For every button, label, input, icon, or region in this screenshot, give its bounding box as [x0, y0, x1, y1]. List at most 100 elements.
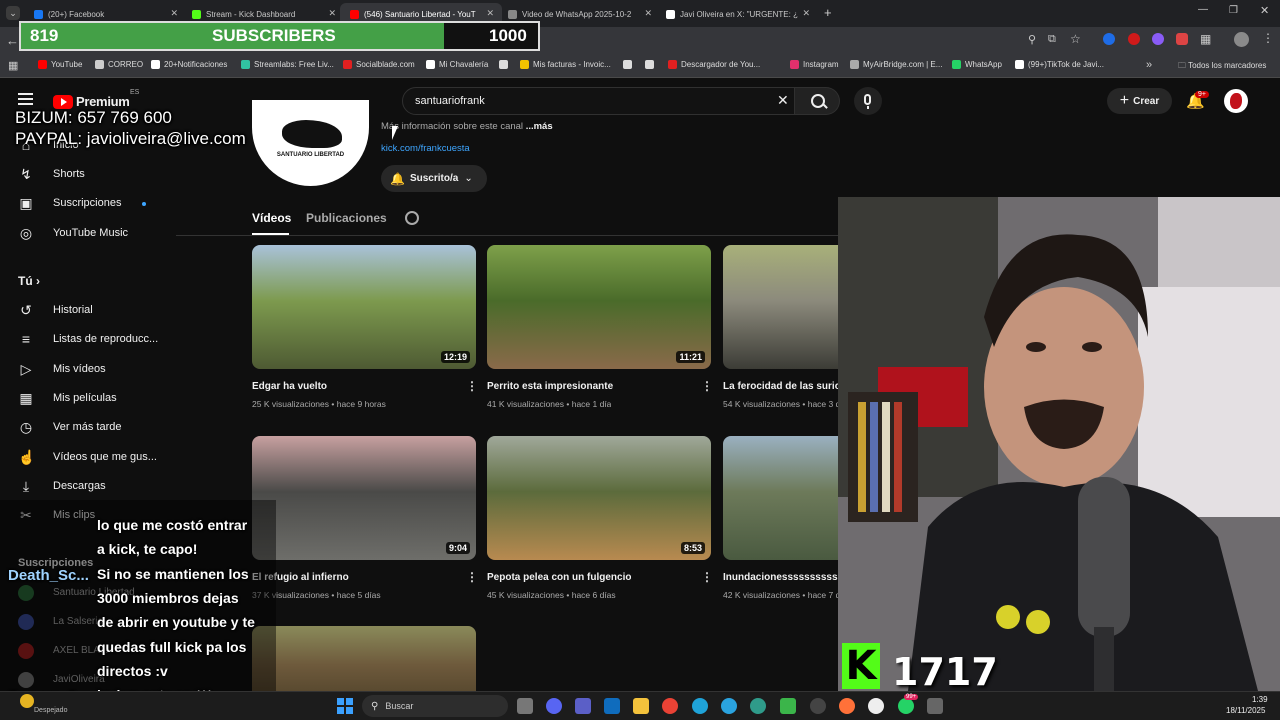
- bookmark-item[interactable]: Streamlabs: Free Liv...: [241, 60, 334, 69]
- bookmark-item[interactable]: (99+)TikTok de Javi...: [1015, 60, 1104, 69]
- video-title[interactable]: Inundacionessssssssssss: [723, 572, 838, 583]
- bookmark-item[interactable]: MyAirBridge.com | E...: [850, 60, 942, 69]
- browser-tab[interactable]: Javi Oliveira en X: "URGENTE: ¿ ✕: [656, 3, 818, 25]
- channel-search-icon[interactable]: [405, 211, 419, 225]
- close-tab-icon[interactable]: ✕: [486, 8, 494, 19]
- sidebar-item[interactable]: ◎ YouTube Music: [0, 220, 165, 246]
- tab-videos[interactable]: Vídeos: [252, 211, 291, 225]
- video-title[interactable]: Edgar ha vuelto: [252, 381, 327, 392]
- weather-widget[interactable]: [20, 694, 34, 708]
- globe-app-icon[interactable]: [750, 698, 766, 714]
- maximize-icon[interactable]: ❐: [1229, 5, 1238, 16]
- video-thumbnail[interactable]: 8:53: [487, 436, 711, 560]
- create-button[interactable]: + Crear: [1107, 88, 1172, 114]
- all-bookmarks-folder[interactable]: 🗀 Todos los marcadores: [1178, 60, 1266, 74]
- telegram-icon[interactable]: [721, 698, 737, 714]
- bookmark-item[interactable]: Instagram: [790, 60, 839, 69]
- video-title[interactable]: Perrito esta impresionante: [487, 381, 613, 392]
- user-avatar[interactable]: [1224, 89, 1248, 113]
- bookmark-item[interactable]: [645, 60, 658, 69]
- close-tab-icon[interactable]: ✕: [170, 8, 178, 19]
- sidebar-item[interactable]: ☝ Vídeos que me gus...: [0, 444, 165, 470]
- extensions-puzzle-icon[interactable]: ▦: [1200, 32, 1211, 46]
- you-section-heading[interactable]: Tú ›: [18, 274, 40, 288]
- firefox-icon[interactable]: [839, 698, 855, 714]
- sidebar-item[interactable]: ↯ Shorts: [0, 161, 165, 187]
- clear-search-icon[interactable]: ✕: [777, 92, 789, 109]
- video-title[interactable]: Pepota pelea con un fulgencio: [487, 572, 631, 583]
- clock-date[interactable]: 18/11/2025: [1226, 706, 1265, 715]
- edge-icon[interactable]: [692, 698, 708, 714]
- close-tab-icon[interactable]: ✕: [328, 8, 336, 19]
- bookmark-item[interactable]: YouTube: [38, 60, 82, 69]
- bookmark-star-icon[interactable]: ☆: [1070, 32, 1081, 46]
- tab-posts[interactable]: Publicaciones: [306, 211, 387, 225]
- video-thumbnail[interactable]: 12:19: [252, 245, 476, 369]
- clock-time[interactable]: 1:39: [1252, 695, 1268, 704]
- chrome-icon[interactable]: [662, 698, 678, 714]
- sidebar-item[interactable]: ▦ Mis películas: [0, 385, 165, 411]
- sidebar-item[interactable]: ▷ Mis vídeos: [0, 356, 165, 382]
- taskbar-search[interactable]: ⚲ Buscar: [362, 695, 508, 717]
- tab-search-icon[interactable]: ⌄: [6, 6, 20, 20]
- bookmark-item[interactable]: Mis facturas - Invoic...: [520, 60, 611, 69]
- new-tab-button[interactable]: +: [824, 5, 832, 20]
- bookmark-item[interactable]: [499, 60, 512, 69]
- bookmark-item[interactable]: 20+Notificaciones: [151, 60, 227, 69]
- sidebar-item[interactable]: ◷ Ver más tarde: [0, 414, 165, 440]
- extension-icon[interactable]: [1152, 33, 1164, 45]
- back-icon[interactable]: ←: [6, 33, 19, 48]
- zoom-icon[interactable]: ⚲: [1028, 33, 1036, 46]
- bookmark-item[interactable]: Mi Chavalería: [426, 60, 488, 69]
- bookmark-item[interactable]: CORREO: [95, 60, 143, 69]
- hamburger-menu-icon[interactable]: [18, 93, 33, 105]
- youtube-logo[interactable]: Premium: [53, 94, 130, 109]
- extension-icon[interactable]: [1103, 33, 1115, 45]
- voice-search-button[interactable]: [854, 87, 882, 115]
- search-input[interactable]: santuariofrank: [415, 95, 485, 107]
- close-tab-icon[interactable]: ✕: [644, 8, 652, 19]
- share-icon[interactable]: ⧉: [1048, 33, 1056, 46]
- bookmarks-more-icon[interactable]: »: [1146, 59, 1152, 71]
- extension-icon[interactable]: [1176, 33, 1188, 45]
- search-box[interactable]: santuariofrank ✕: [402, 87, 795, 115]
- teams-icon[interactable]: [575, 698, 591, 714]
- video-menu-icon[interactable]: ⋮: [701, 570, 713, 584]
- bookmark-item[interactable]: [623, 60, 636, 69]
- video-menu-icon[interactable]: ⋮: [466, 379, 478, 393]
- profile-avatar[interactable]: [1234, 32, 1249, 47]
- minimize-icon[interactable]: —: [1198, 4, 1208, 15]
- bookmark-item[interactable]: Socialblade.com: [343, 60, 415, 69]
- channel-about-link[interactable]: Más información sobre este canal ...más: [381, 121, 553, 132]
- bookmark-item[interactable]: Descargador de You...: [668, 60, 760, 69]
- file-explorer-icon[interactable]: [633, 698, 649, 714]
- extension-icon[interactable]: [1128, 33, 1140, 45]
- video-title[interactable]: La ferocidad de las suricatas: [723, 381, 838, 392]
- video-thumbnail[interactable]: 9:04: [252, 436, 476, 560]
- whatsapp-icon[interactable]: [898, 698, 914, 714]
- close-window-icon[interactable]: ✕: [1260, 4, 1269, 17]
- channel-external-link[interactable]: kick.com/frankcuesta: [381, 143, 470, 154]
- close-tab-icon[interactable]: ✕: [802, 8, 810, 19]
- video-thumbnail[interactable]: [723, 436, 838, 560]
- sidebar-item[interactable]: ↺ Historial: [0, 297, 165, 323]
- outlook-icon[interactable]: [604, 698, 620, 714]
- discord-icon[interactable]: [546, 698, 562, 714]
- video-thumbnail[interactable]: [252, 626, 476, 691]
- channel-about-more[interactable]: ...más: [526, 121, 553, 132]
- apps-grid-icon[interactable]: ▦: [8, 59, 18, 72]
- camtasia-icon[interactable]: [780, 698, 796, 714]
- video-thumbnail[interactable]: [723, 245, 838, 369]
- sidebar-item[interactable]: ≡ Listas de reproducc...: [0, 326, 165, 352]
- windows-start-icon[interactable]: [337, 698, 353, 714]
- app-icon[interactable]: [868, 698, 884, 714]
- subscribed-button[interactable]: 🔔 Suscrito/a ⌄: [381, 165, 487, 192]
- sidebar-item[interactable]: ▣ Suscripciones: [0, 190, 165, 216]
- video-menu-icon[interactable]: ⋮: [466, 570, 478, 584]
- browser-menu-icon[interactable]: ⋮: [1262, 31, 1274, 45]
- sidebar-item[interactable]: ⤓ Descargas: [0, 473, 165, 499]
- search-button[interactable]: [795, 87, 840, 115]
- video-thumbnail[interactable]: 11:21: [487, 245, 711, 369]
- task-view-icon[interactable]: [517, 698, 533, 714]
- calculator-icon[interactable]: [927, 698, 943, 714]
